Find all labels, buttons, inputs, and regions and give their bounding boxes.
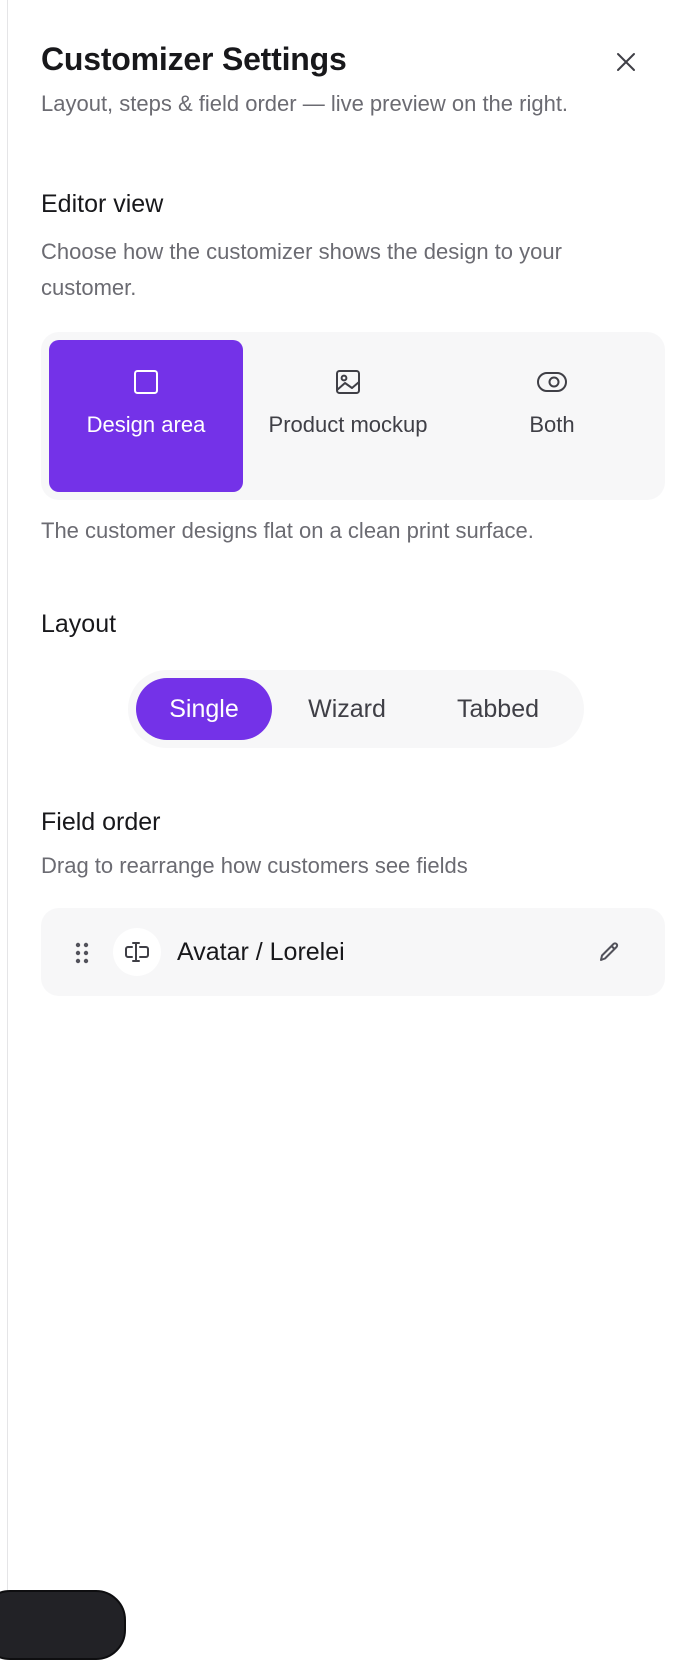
close-button[interactable] <box>608 44 644 80</box>
image-icon <box>336 370 360 394</box>
field-order-title: Field order <box>41 808 161 836</box>
field-order-item[interactable]: Avatar / Lorelei <box>41 908 665 996</box>
layout-selector: Single Wizard Tabbed <box>128 670 584 748</box>
field-order-description: Drag to rearrange how customers see fiel… <box>41 853 468 878</box>
panel-subtitle: Layout, steps & field order — live previ… <box>41 91 569 116</box>
layout-option-single[interactable]: Single <box>136 678 272 740</box>
panel-title: Customizer Settings <box>41 41 347 77</box>
field-type-badge <box>113 928 161 976</box>
text-field-icon <box>125 942 149 962</box>
layout-title: Layout <box>41 610 117 638</box>
editor-view-title: Editor view <box>41 190 164 218</box>
floating-chip[interactable] <box>0 1590 126 1660</box>
edit-field-button[interactable] <box>591 934 627 970</box>
editor-view-description: Choose how the customizer shows the desi… <box>41 239 562 300</box>
drag-handle-icon[interactable] <box>75 942 89 964</box>
editor-view-option-design-area[interactable]: Design area <box>49 340 243 492</box>
editor-view-selector: Design area Product mockup Both <box>41 332 665 500</box>
layout-option-wizard[interactable]: Wizard <box>274 678 420 740</box>
editor-view-option-label: Product mockup <box>268 412 428 437</box>
pencil-icon <box>600 942 619 961</box>
editor-view-option-product-mockup[interactable]: Product mockup <box>251 340 445 492</box>
customizer-settings-panel: Customizer Settings Layout, steps & fiel… <box>7 0 692 1624</box>
editor-view-note: The customer designs flat on a clean pri… <box>41 518 534 543</box>
eye-icon <box>537 372 567 392</box>
layout-option-tabbed[interactable]: Tabbed <box>422 678 574 740</box>
field-order-item-label: Avatar / Lorelei <box>177 938 345 966</box>
editor-view-option-both[interactable]: Both <box>455 340 649 492</box>
square-icon <box>134 370 158 394</box>
editor-view-option-label: Both <box>529 412 575 437</box>
close-icon <box>617 53 635 71</box>
panel-header: Customizer Settings Layout, steps & fiel… <box>41 38 641 122</box>
editor-view-option-label: Design area <box>86 412 206 437</box>
